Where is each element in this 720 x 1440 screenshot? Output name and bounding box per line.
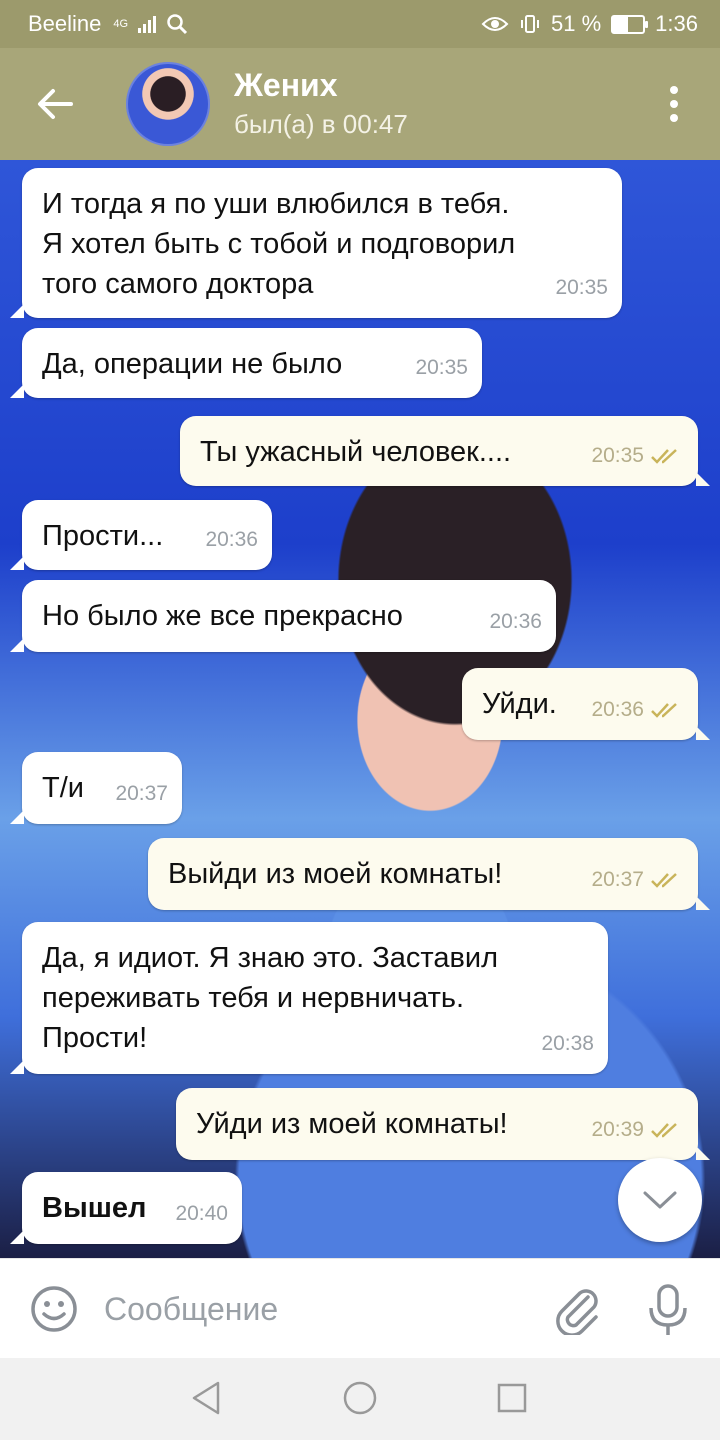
message-time: 20:37 bbox=[591, 868, 644, 891]
contact-name: Жених bbox=[234, 67, 338, 103]
double-check-icon bbox=[651, 1123, 677, 1138]
last-seen-status: был(а) в 00:47 bbox=[234, 109, 408, 139]
message-text: Уйди. bbox=[482, 688, 557, 720]
message-time: 20:39 bbox=[591, 1118, 644, 1141]
double-check-icon bbox=[651, 703, 677, 718]
message-text: Уйди из моей комнаты! bbox=[196, 1108, 508, 1140]
battery-icon bbox=[611, 14, 649, 34]
message-composer bbox=[0, 1258, 720, 1359]
system-navigation-bar bbox=[0, 1358, 720, 1440]
scroll-down-button[interactable] bbox=[618, 1158, 702, 1242]
message-bubble[interactable]: Ты ужасный человек.... 20:35 bbox=[180, 416, 710, 486]
message-bubble[interactable]: Но было же все прекрасно 20:36 bbox=[10, 580, 556, 652]
menu-dots-icon[interactable] bbox=[654, 76, 694, 132]
message-bubble[interactable]: Уйди. 20:36 bbox=[462, 668, 710, 740]
message-time: 20:37 bbox=[115, 782, 168, 805]
paperclip-icon[interactable] bbox=[552, 1283, 602, 1335]
message-text: Но было же все прекрасно bbox=[42, 600, 403, 632]
message-bubble[interactable]: Уйди из моей комнаты! 20:39 bbox=[176, 1088, 710, 1160]
battery-percent: 51 % bbox=[551, 11, 602, 36]
message-time: 20:35 bbox=[555, 276, 608, 299]
message-bubble[interactable]: И тогда я по уши влюбился в тебя. Я хоте… bbox=[10, 168, 622, 318]
message-bubble[interactable]: Выйди из моей комнаты! 20:37 bbox=[148, 838, 710, 910]
message-text: Да, я идиот. Я знаю это. Заставил пережи… bbox=[42, 942, 498, 1054]
message-bubble[interactable]: Прости... 20:36 bbox=[10, 500, 272, 570]
message-text: Т/и bbox=[42, 772, 84, 804]
network-type: 4G bbox=[113, 18, 129, 30]
message-text: Прости... bbox=[42, 520, 164, 552]
signal-icon bbox=[138, 15, 157, 33]
clock: 1:36 bbox=[655, 11, 698, 36]
message-time: 20:36 bbox=[591, 698, 644, 721]
double-check-icon bbox=[651, 449, 677, 464]
message-time: 20:36 bbox=[489, 610, 542, 633]
message-bubble[interactable]: Вышел 20:40 bbox=[10, 1172, 242, 1244]
chat-header: Жених был(а) в 00:47 bbox=[0, 48, 720, 160]
message-input[interactable] bbox=[102, 1289, 526, 1329]
message-text: Ты ужасный человек.... bbox=[200, 436, 512, 468]
contact-info[interactable]: Жених был(а) в 00:47 bbox=[234, 66, 408, 142]
message-time: 20:35 bbox=[415, 356, 468, 379]
carrier-name: Beeline bbox=[28, 11, 102, 36]
vibrate-icon bbox=[521, 15, 540, 33]
message-bubble[interactable]: Т/и 20:37 bbox=[10, 752, 182, 824]
search-icon bbox=[167, 14, 188, 35]
message-text: Вышел bbox=[42, 1192, 147, 1224]
message-text: Выйди из моей комнаты! bbox=[168, 858, 503, 890]
message-time: 20:36 bbox=[205, 528, 258, 551]
back-arrow-icon bbox=[38, 89, 73, 119]
message-time: 20:38 bbox=[541, 1032, 594, 1055]
message-text: И тогда я по уши влюбился в тебя. Я хоте… bbox=[42, 188, 516, 300]
nav-back-icon[interactable] bbox=[190, 1380, 222, 1416]
status-bar: Beeline 4G 51 % 1:36 bbox=[0, 0, 720, 48]
double-check-icon bbox=[651, 873, 677, 888]
chevron-down-icon bbox=[643, 1191, 677, 1209]
eye-icon bbox=[481, 17, 509, 31]
avatar[interactable] bbox=[126, 62, 210, 146]
microphone-icon[interactable] bbox=[644, 1283, 692, 1337]
message-bubble[interactable]: Да, операции не было 20:35 bbox=[10, 328, 482, 398]
nav-home-icon[interactable] bbox=[342, 1380, 378, 1416]
nav-recents-icon[interactable] bbox=[496, 1382, 528, 1414]
message-bubble[interactable]: Да, я идиот. Я знаю это. Заставил пережи… bbox=[10, 922, 608, 1074]
emoji-icon[interactable] bbox=[28, 1283, 80, 1335]
message-text: Да, операции не было bbox=[42, 348, 343, 380]
chat-area[interactable]: И тогда я по уши влюбился в тебя. Я хоте… bbox=[0, 160, 720, 1258]
back-button[interactable] bbox=[20, 69, 90, 139]
message-time: 20:35 bbox=[591, 444, 644, 467]
message-time: 20:40 bbox=[175, 1202, 228, 1225]
